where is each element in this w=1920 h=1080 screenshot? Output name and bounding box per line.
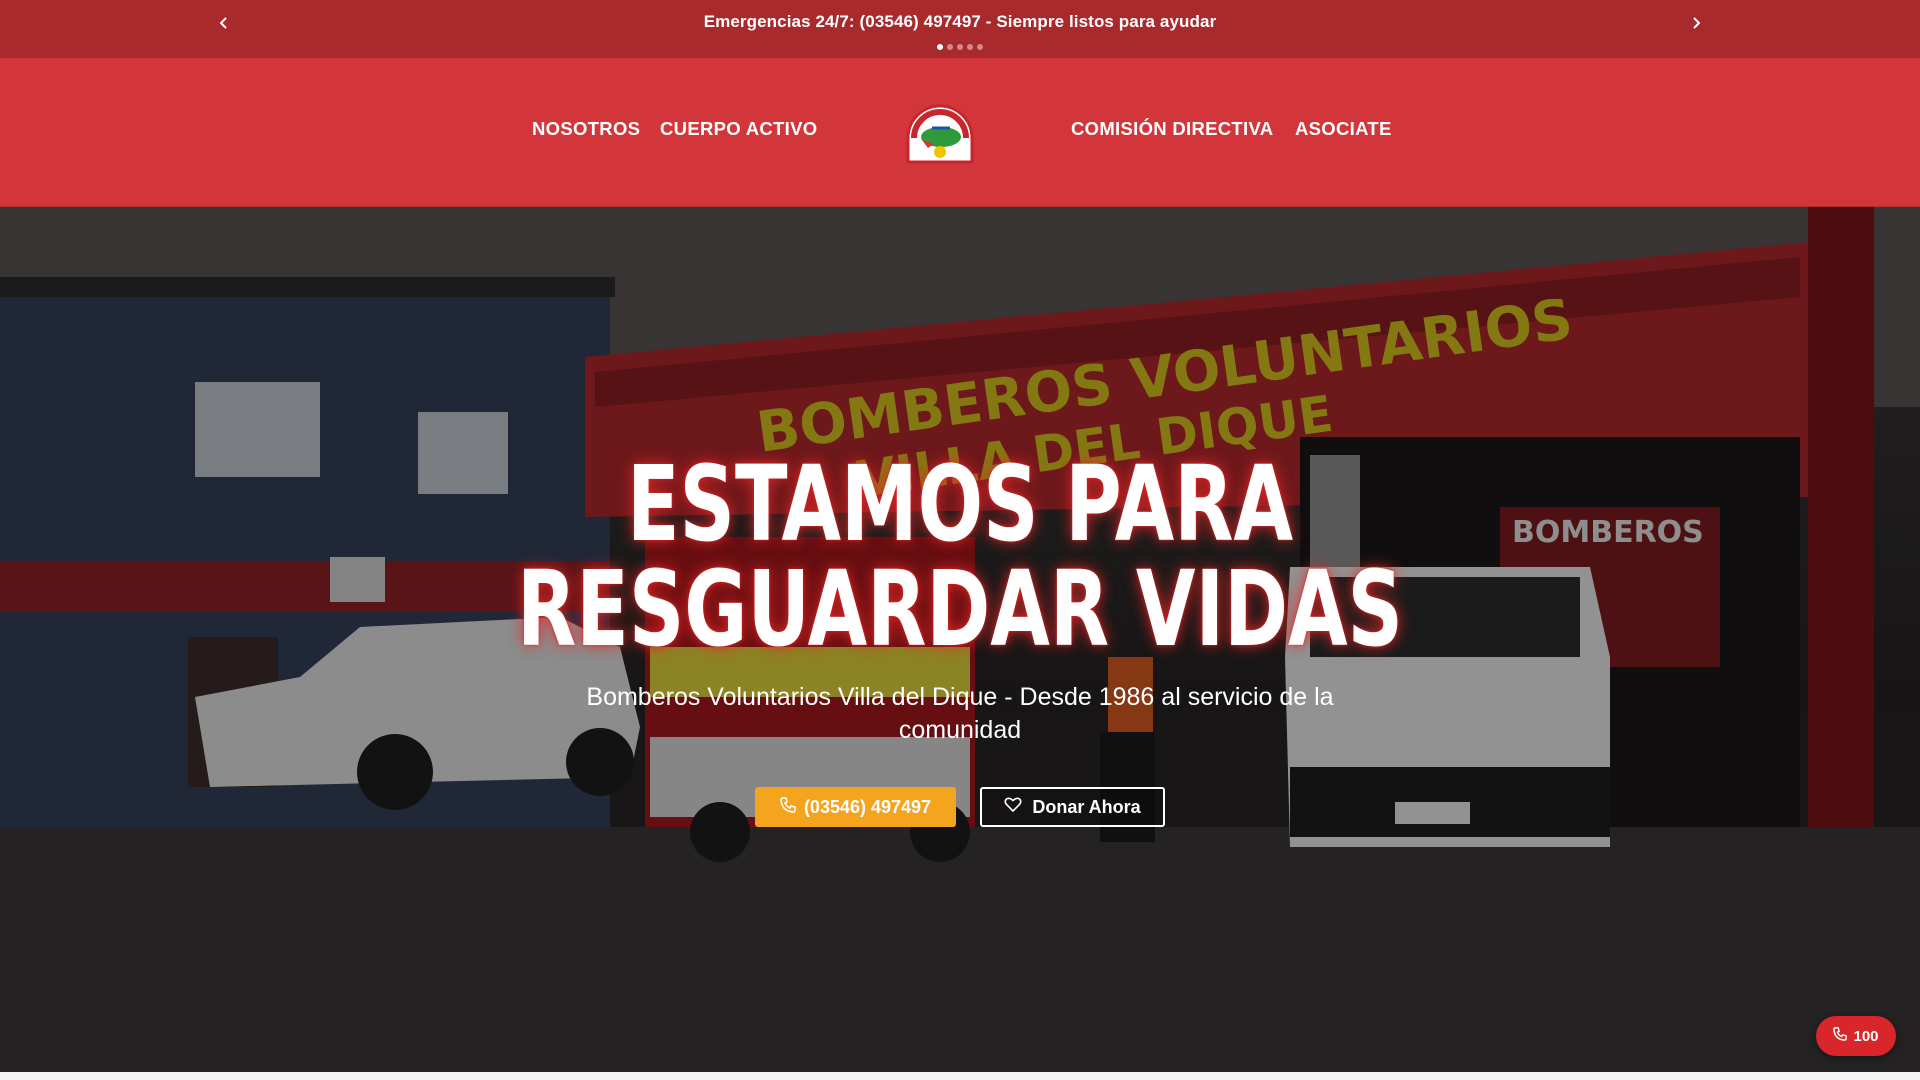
floating-emergency-call-button[interactable]: 100	[1816, 1016, 1896, 1056]
announcement-bar: Emergencias 24/7: (03546) 497497 - Siemp…	[0, 0, 1920, 58]
floating-call-label: 100	[1853, 1027, 1879, 1045]
announcement-message: Emergencias 24/7: (03546) 497497 - Siemp…	[703, 12, 1217, 31]
slide-dot[interactable]	[937, 44, 943, 50]
call-button-label: (03546) 497497	[803, 796, 932, 817]
hero-title-line2: RESGUARDAR VIDAS	[517, 548, 1403, 670]
nav-comision-directiva[interactable]: COMISIÓN DIRECTIVA	[1071, 118, 1273, 140]
page-bottom-edge	[0, 1072, 1920, 1080]
donate-button[interactable]: Donar Ahora	[980, 787, 1165, 827]
nav-nosotros[interactable]: NOSOTROS	[532, 118, 640, 140]
nav-asociate[interactable]: ASOCIATE	[1295, 118, 1392, 140]
site-header: NOSOTROS CUERPO ACTIVO COMISIÓN DIRECTIV…	[0, 58, 1920, 207]
nav-cuerpo-activo[interactable]: CUERPO ACTIVO	[660, 118, 817, 140]
hero-subtitle: Bomberos Voluntarios Villa del Dique - D…	[586, 683, 1334, 744]
slide-dot[interactable]	[947, 44, 953, 50]
fire-department-logo[interactable]	[904, 104, 976, 164]
slide-indicators	[0, 44, 1920, 50]
hero-section: BOMBEROS VOLUNTARIOS VILLA DEL DIQUE BOM…	[0, 207, 1920, 1072]
slide-dot[interactable]	[967, 44, 973, 50]
slide-dot[interactable]	[977, 44, 983, 50]
slide-dot[interactable]	[957, 44, 963, 50]
chevron-right-icon[interactable]	[1684, 12, 1708, 36]
phone-icon	[780, 796, 796, 818]
heart-icon	[1004, 796, 1022, 818]
hero-title-line1: ESTAMOS PARA	[626, 443, 1294, 565]
phone-icon	[1833, 1027, 1848, 1045]
call-button[interactable]: (03546) 497497	[755, 787, 956, 827]
donate-button-label: Donar Ahora	[1032, 796, 1141, 817]
